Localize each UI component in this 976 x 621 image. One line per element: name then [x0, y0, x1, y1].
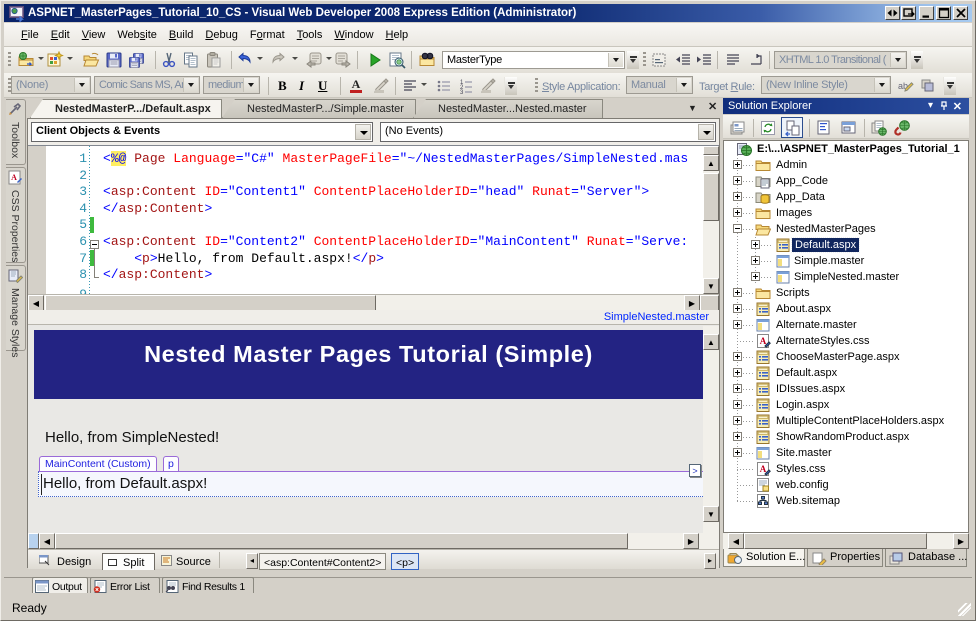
svg-text:A: A — [11, 173, 17, 182]
